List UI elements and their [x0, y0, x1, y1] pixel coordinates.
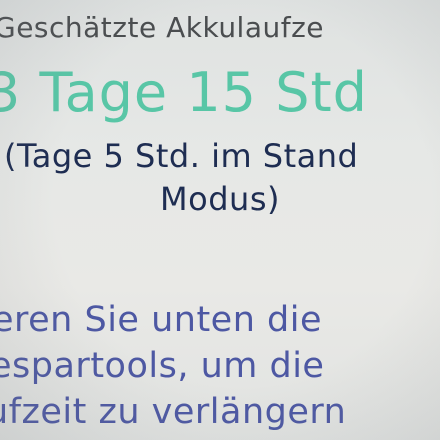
standby-time-text: (Tage 5 Std. im Stand: [4, 137, 359, 175]
power-saving-hint-line-2: espartools, um die: [0, 346, 325, 386]
power-saving-hint-line-1: eren Sie unten die: [0, 300, 322, 340]
standby-mode-text: Modus): [160, 180, 280, 218]
estimated-battery-life-label: Geschätzte Akkulaufze: [0, 11, 325, 44]
estimated-battery-life-value: 3 Tage 15 Std: [0, 61, 368, 124]
power-saving-hint-line-3: ufzeit zu verlängern: [0, 392, 347, 432]
